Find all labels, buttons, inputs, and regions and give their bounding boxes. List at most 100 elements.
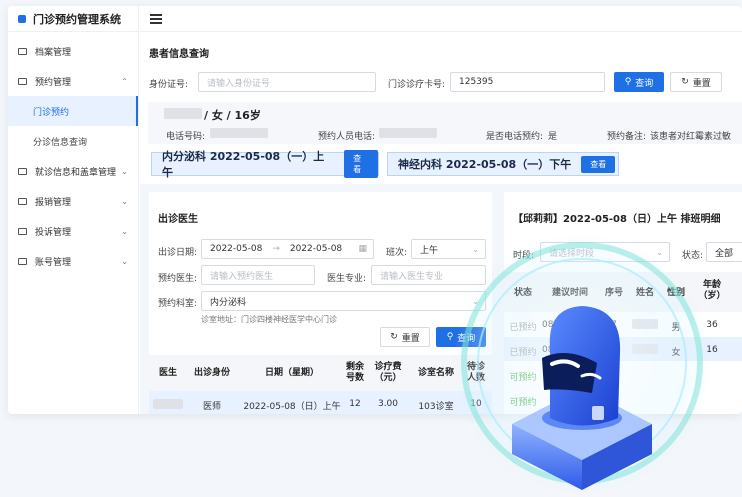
column-header: 日期（星期） (264, 368, 319, 378)
chevron-down-icon: ⌄ (121, 166, 128, 176)
dept-value: 内分泌科 (210, 297, 247, 308)
table-cell: 8 (611, 345, 617, 355)
sidebar-item-label: 预约管理 (35, 77, 72, 88)
mail-icon (18, 167, 27, 175)
sidebar-item-label: 报销管理 (35, 197, 72, 208)
shift-value: 上午 (420, 245, 439, 256)
sidebar-item-visit-stamp[interactable]: 就诊信息和盖章管理 ⌄ (8, 156, 138, 186)
table-cell: 08:00~08:30 (542, 345, 602, 355)
period-placeholder: 请选择时段 (549, 248, 595, 259)
date-from: 2022-05-08 (210, 244, 263, 254)
shift-select[interactable]: 上午 ⌄ (411, 239, 486, 259)
table-cell: 103诊室 (418, 402, 454, 412)
table-cell: 医师 (202, 402, 221, 412)
sidebar-item-reimbursement[interactable]: 报销管理 ⌄ (8, 186, 138, 216)
sidebar-item-label: 账号管理 (35, 257, 72, 268)
panel-title: 【邱莉莉】2022-05-08（日）上午 排班明细 (513, 214, 721, 225)
card-label: 门诊诊疗卡号: (388, 80, 446, 90)
appointment-text: 内分泌科 2022-05-08（一）上午 (162, 150, 325, 179)
sidebar-subitem-outpatient-booking[interactable]: 门诊预约 (8, 96, 138, 126)
app-brand: 门诊预约管理系统 (8, 6, 138, 32)
refresh-icon: ↻ (390, 332, 398, 342)
status-label: 状态: (682, 251, 704, 261)
period-select[interactable]: 请选择时段 ⌄ (540, 242, 670, 262)
date-range-picker[interactable]: 2022-05-08 → 2022-05-08 ▦ (201, 239, 374, 259)
table-cell: 男 (671, 323, 681, 333)
search-button-label: 查询 (635, 78, 654, 89)
mail-icon (18, 227, 27, 235)
table-cell: 女 (671, 348, 681, 358)
column-header: 诊疗费 （元） (374, 362, 402, 383)
chevron-up-icon: ⌃ (121, 76, 128, 86)
app-title: 门诊预约管理系统 (33, 12, 121, 26)
patient-info-band: / 女 / 16岁 电话号码: 预约人员电话: 是否电话预约: 是 预约备注: … (148, 102, 742, 144)
reset-button[interactable]: ↻ 重置 (670, 72, 722, 92)
doctor-name-redacted (153, 399, 183, 409)
table-cell: 08 (551, 370, 563, 380)
search-icon: ⚲ (446, 332, 454, 342)
doctor-panel: 出诊医生 出诊日期: 2022-05-08 → 2022-05-08 ▦ 班次:… (149, 192, 492, 414)
app-logo-icon (18, 14, 26, 23)
phone-booking-label: 是否电话预约: (486, 132, 544, 142)
doctor-input[interactable]: 请输入预约医生 (201, 265, 315, 285)
column-header: 建议时间 (551, 288, 588, 298)
chevron-down-icon: ⌄ (121, 196, 128, 206)
id-label: 身份证号: (149, 80, 189, 90)
sidebar-subitem-triage-query[interactable]: 分诊信息查询 (8, 126, 138, 156)
sidebar-item-appointment[interactable]: 预约管理 ⌃ (8, 66, 138, 96)
period-label: 时段: (513, 251, 535, 261)
search-button[interactable]: ⚲ 查询 (614, 72, 664, 92)
column-header: 性别 (666, 288, 685, 298)
status-badge: 可预约 (509, 398, 537, 408)
appointment-text: 神经内科 2022-05-08（一）下午 (398, 158, 572, 171)
search-button-label: 查询 (457, 333, 476, 344)
card-number-input[interactable]: 125395 (450, 72, 605, 92)
view-button[interactable]: 查看 (344, 150, 378, 178)
view-button[interactable]: 查看 (581, 155, 616, 173)
patient-name-redacted (632, 319, 658, 329)
mail-icon (18, 77, 27, 85)
status-select[interactable]: 全部 (706, 242, 742, 262)
menu-toggle-icon[interactable] (150, 14, 162, 24)
doctor-search-button[interactable]: ⚲ 查询 (436, 327, 486, 347)
id-number-input[interactable]: 请输入身份证号 (198, 72, 376, 92)
column-header: 出诊身份 (193, 368, 230, 378)
column-header: 剩余 号数 (345, 362, 364, 383)
chevron-down-icon: ⌄ (656, 247, 663, 257)
column-header: 状态 (513, 288, 532, 298)
sidebar-item-label: 分诊信息查询 (33, 137, 88, 148)
table-cell: 2022-05-08（日）上午 (243, 402, 341, 412)
arrow-right-icon: → (272, 244, 280, 254)
sidebar-item-complaint[interactable]: 投诉管理 ⌄ (8, 216, 138, 246)
clinic-address: 诊室地址：门诊四楼神经医学中心门诊 (201, 315, 337, 324)
column-header: 待诊 人数 (466, 362, 485, 383)
sidebar-item-label: 投诉管理 (35, 227, 72, 238)
sidebar-item-label: 就诊信息和盖章管理 (35, 167, 117, 178)
sidebar-item-account[interactable]: 账号管理 ⌄ (8, 246, 138, 276)
column-header: 医生 (158, 368, 177, 378)
sidebar-item-archive[interactable]: 档案管理 (8, 36, 138, 66)
chevron-down-icon: ⌄ (472, 296, 479, 306)
specialty-label: 医生专业: (327, 274, 367, 284)
calendar-icon: ▦ (358, 244, 367, 254)
sidebar-item-label: 档案管理 (35, 47, 72, 58)
booker-phone-redacted (379, 128, 437, 138)
booker-phone-label: 预约人员电话: (318, 132, 376, 142)
patient-gender-age: / 女 / 16岁 (204, 109, 261, 122)
shift-label: 班次: (386, 248, 408, 258)
patient-query-section: 患者信息查询 身份证号: 请输入身份证号 门诊诊疗卡号: 125395 ⚲ 查询… (140, 32, 742, 184)
dept-select[interactable]: 内分泌科 ⌄ (201, 291, 486, 311)
reset-button-label: 重置 (692, 78, 711, 89)
app-window: 门诊预约管理系统 档案管理 预约管理 ⌃ 门诊预约 分诊信息查询 就诊信息和盖章… (8, 6, 742, 414)
doctor-reset-button[interactable]: ↻ 重置 (380, 327, 430, 347)
panel-title: 出诊医生 (158, 214, 198, 225)
table-cell: 08:00~08:30 (542, 320, 602, 330)
dept-label: 预约科室: (158, 299, 198, 309)
sidebar: 门诊预约管理系统 档案管理 预约管理 ⌃ 门诊预约 分诊信息查询 就诊信息和盖章… (8, 6, 139, 414)
specialty-input[interactable]: 请输入医生专业 (371, 265, 486, 285)
reset-button-label: 重置 (401, 333, 420, 344)
remark-label: 预约备注: (607, 132, 647, 142)
table-cell: 16 (706, 345, 718, 355)
column-header: 姓名 (635, 288, 654, 298)
table-cell: 3.00 (377, 399, 399, 409)
